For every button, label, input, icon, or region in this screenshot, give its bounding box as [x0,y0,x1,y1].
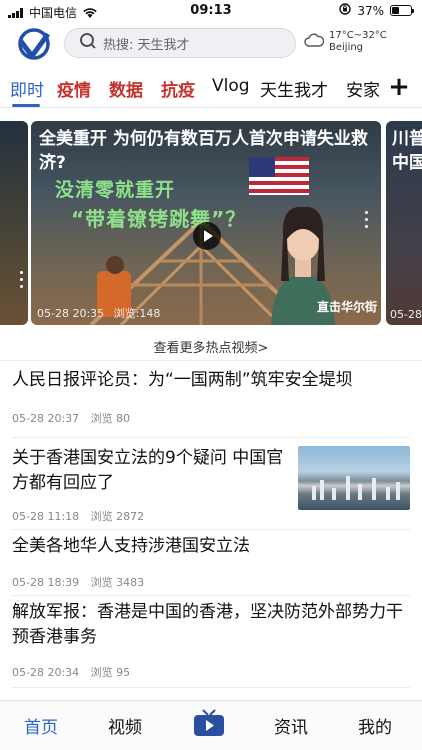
news-views: 浏览 80 [90,412,131,425]
video-brand: 直击华尔街 [316,300,377,314]
tab-anjia[interactable]: 安家 [346,76,380,101]
battery-percent: 37% [357,3,384,18]
app-header: 热搜: 天生我才 17°C~32°C Beijing [0,24,422,64]
news-title: 人民日报评论员：为“一国两制”筑牢安全堤坝 [12,370,353,390]
news-meta: 05-28 20:34 浏览 95 [12,664,138,680]
news-item[interactable]: 解放军报：香港是中国的香港，坚决防范外部势力干预香港事务 05-28 20:34… [12,600,410,688]
status-bar: 中国电信 09:13 37% [0,0,422,22]
video-carousel[interactable]: 全美重开 为何仍有数百万人首次申请失业救济? 没清零就重开 “带着镣铐跳舞”？ … [0,121,422,326]
more-videos-link[interactable]: 查看更多热点视频> [0,337,422,356]
news-item[interactable]: 人民日报评论员：为“一国两制”筑牢安全堤坝 05-28 20:37 浏览 80 [12,368,410,438]
tab-vlog[interactable]: Vlog [212,76,250,96]
more-dots-icon [20,271,24,292]
news-views: 浏览 95 [90,666,131,679]
news-title: 关于香港国安立法的9个疑问 中国官方都有回应了 [12,448,284,493]
news-title: 全美各地华人支持涉港国安立法 [12,536,250,556]
video-overlay-line2: “带着镣铐跳舞”？ [71,207,247,231]
video-date: 05-28 20:35 [37,307,105,320]
tv-icon[interactable] [193,709,225,737]
news-date: 05-28 18:39 [12,576,80,589]
news-date: 05-28 11:18 [12,510,80,523]
active-tab-indicator [12,104,40,107]
search-icon [79,32,97,54]
weather-temp: 17°C~32°C [329,30,387,41]
play-icon[interactable] [193,222,221,250]
category-tabs: 即时 疫情 数据 抗疫 Vlog 天生我才 安家 + [0,70,422,108]
rotation-lock-icon [339,3,352,18]
news-date: 05-28 20:37 [12,412,80,425]
tab-fight-epidemic[interactable]: 抗疫 [161,76,195,101]
nav-video[interactable]: 视频 [108,713,142,738]
video-views: 浏览:148 [113,307,161,320]
tab-epidemic[interactable]: 疫情 [57,76,91,101]
weather-city: Beijing [329,42,364,53]
bottom-nav: 首页 视频 资讯 我的 [0,700,422,750]
video-title: 全美重开 为何仍有数百万人首次申请失业救济? [39,129,368,173]
video-card-prev[interactable] [0,121,28,325]
battery-icon [390,5,414,16]
tab-data[interactable]: 数据 [109,76,143,101]
more-dots-icon[interactable] [365,211,369,232]
news-thumbnail [298,446,410,510]
tab-tiansheng[interactable]: 天生我才 [260,76,328,101]
news-views: 浏览 3483 [90,576,145,589]
tab-instant[interactable]: 即时 [10,76,44,101]
news-meta: 05-28 11:18 浏览 2872 [12,508,152,524]
add-tab-icon[interactable]: + [388,74,410,100]
app-logo[interactable] [16,26,52,62]
news-item[interactable]: 全美各地华人支持涉港国安立法 05-28 18:39 浏览 3483 [12,534,410,596]
nav-news[interactable]: 资讯 [274,713,308,738]
cloud-icon [304,32,325,52]
video-date-next: 05-28 [390,308,422,321]
video-card-main[interactable]: 全美重开 为何仍有数百万人首次申请失业救济? 没清零就重开 “带着镣铐跳舞”？ … [31,121,381,325]
divider [0,360,422,361]
news-date: 05-28 20:34 [12,666,80,679]
news-views: 浏览 2872 [90,510,145,523]
news-meta: 05-28 20:37 浏览 80 [12,410,138,426]
news-title: 解放军报：香港是中国的香港，坚决防范外部势力干预香港事务 [12,602,403,647]
video-overlay-line1: 没清零就重开 [55,179,176,201]
video-card-next[interactable]: 川普中国 05-28 [386,121,422,325]
nav-home[interactable]: 首页 [24,713,58,738]
search-placeholder: 热搜: 天生我才 [103,37,190,53]
nav-mine[interactable]: 我的 [358,713,392,738]
video-title-next: 川普中国 [392,129,422,173]
weather-widget[interactable]: 17°C~32°C Beijing [304,30,387,54]
news-meta: 05-28 18:39 浏览 3483 [12,574,152,590]
video-meta: 05-28 20:35 浏览:148 [37,305,160,321]
search-bar[interactable]: 热搜: 天生我才 [64,28,296,58]
news-item[interactable]: 关于香港国安立法的9个疑问 中国官方都有回应了 05-28 11:18 浏览 2… [12,446,410,530]
